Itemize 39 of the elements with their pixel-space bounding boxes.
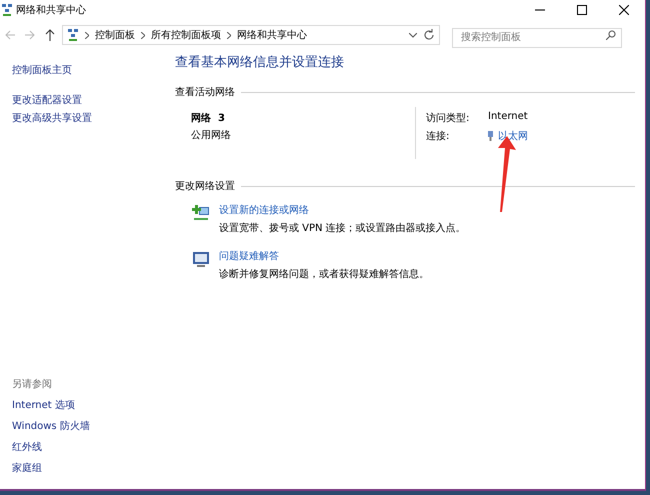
see-also-link[interactable]: Windows 防火墙 — [12, 416, 163, 437]
chevron-right-icon — [141, 32, 145, 38]
ethernet-icon — [488, 131, 493, 141]
task-link[interactable]: 问题疑难解答 — [219, 249, 429, 263]
network-type: 公用网络 — [191, 129, 232, 142]
chevron-right-icon — [227, 32, 231, 38]
see-also-link[interactable]: 红外线 — [12, 437, 163, 458]
task-link[interactable]: 设置新的连接或网络 — [219, 203, 466, 217]
window-title: 网络和共享中心 — [16, 4, 87, 17]
see-also-link[interactable]: Internet 选项 — [12, 395, 163, 416]
network-icon — [2, 4, 12, 16]
page-heading: 查看基本网络信息并设置连接 — [175, 54, 345, 71]
dropdown-icon[interactable] — [409, 32, 417, 38]
breadcrumb[interactable]: 网络和共享中心 — [237, 28, 307, 42]
access-type-value: Internet — [488, 111, 528, 124]
chevron-right-icon — [85, 32, 89, 38]
refresh-icon[interactable] — [423, 29, 435, 41]
sidebar-link[interactable]: 控制面板主页 — [12, 62, 163, 80]
section-title: 更改网络设置 — [175, 180, 235, 193]
breadcrumb[interactable]: 控制面板 — [95, 28, 135, 42]
network-name: 网络 3 — [191, 112, 226, 125]
search-icon — [606, 30, 616, 40]
address-bar[interactable]: 控制面板 所有控制面板项 网络和共享中心 — [62, 25, 440, 45]
sidebar-link[interactable]: 更改高级共享设置 — [12, 110, 163, 128]
close-icon[interactable] — [619, 5, 629, 15]
task-description: 诊断并修复网络问题，或者获得疑难解答信息。 — [219, 268, 429, 281]
network-add-icon — [191, 203, 211, 223]
maximize-icon[interactable] — [577, 5, 587, 15]
see-also-link[interactable]: 家庭组 — [12, 458, 163, 479]
task-description: 设置宽带、拨号或 VPN 连接；或设置路由器或接入点。 — [219, 222, 466, 235]
see-also-title: 另请参阅 — [12, 378, 53, 392]
search-field[interactable]: 搜索控制面板 — [452, 28, 622, 48]
breadcrumb[interactable]: 所有控制面板项 — [151, 28, 221, 42]
section-title: 查看活动网络 — [175, 86, 235, 99]
network-icon — [67, 29, 79, 41]
sidebar-link[interactable]: 更改适配器设置 — [12, 92, 163, 110]
connection-label: 连接: — [426, 130, 450, 143]
monitor-icon — [191, 249, 211, 269]
access-type-label: 访问类型: — [426, 112, 470, 125]
